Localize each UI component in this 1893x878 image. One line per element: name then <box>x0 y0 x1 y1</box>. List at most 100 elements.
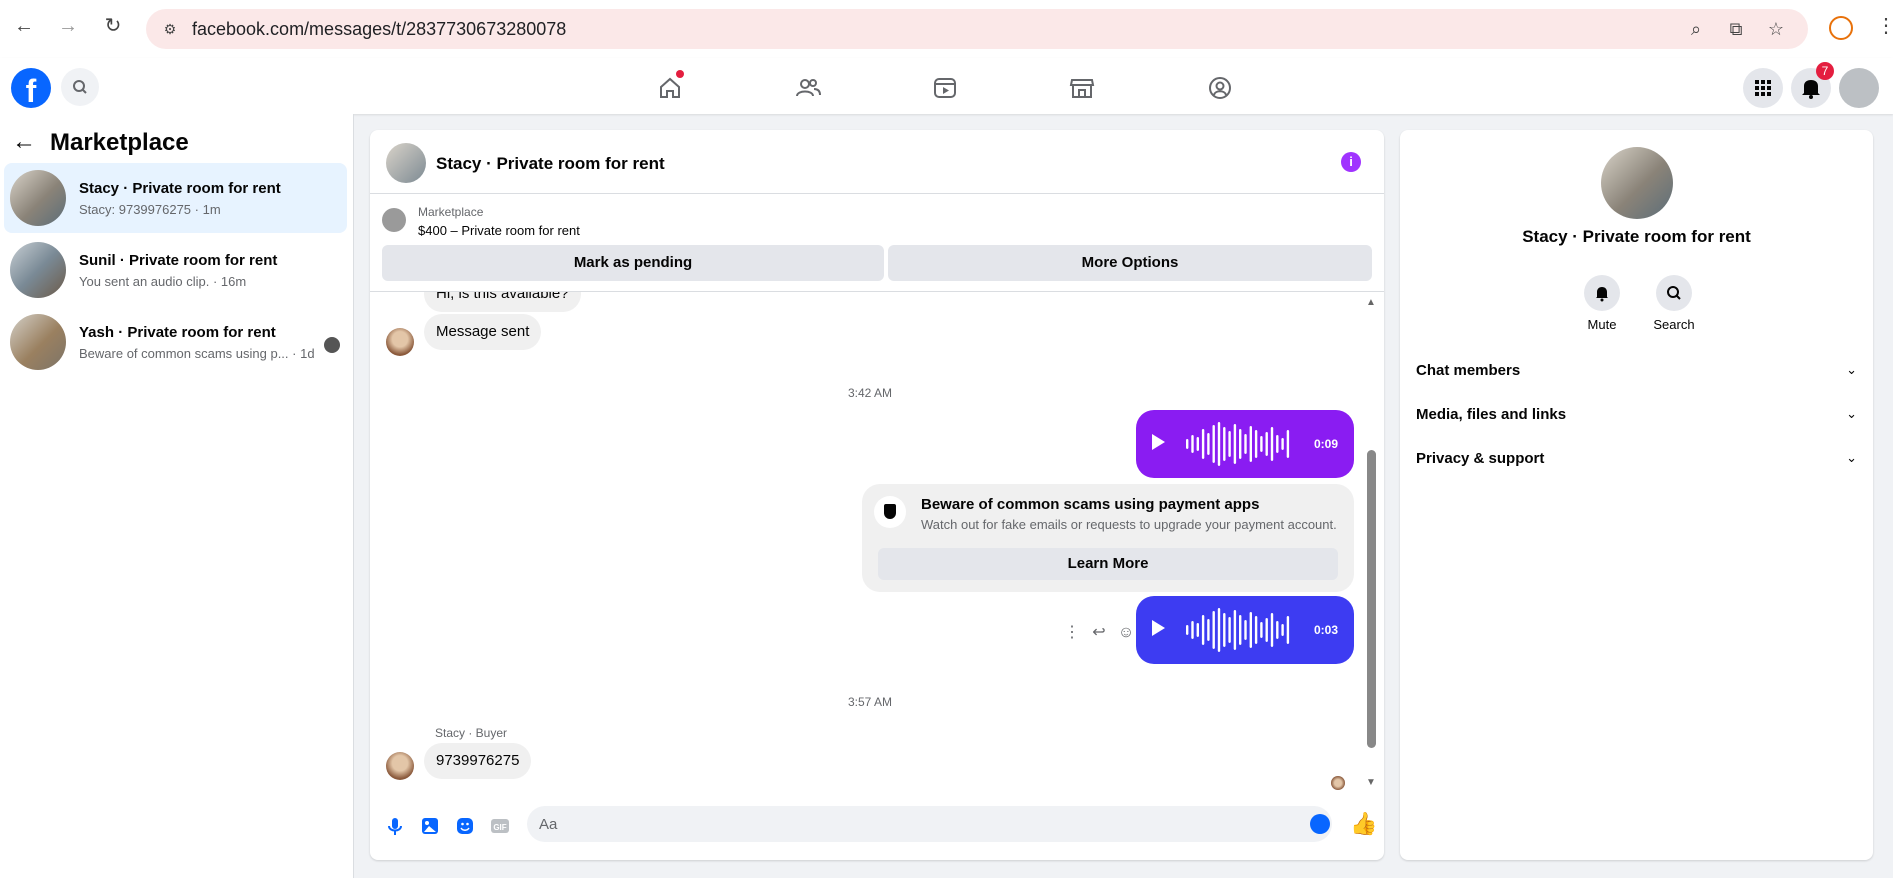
more-options-button[interactable]: More Options <box>888 245 1372 281</box>
menu-grid-icon <box>1755 80 1771 96</box>
conversation-preview-text: Beware of common scams using p... <box>79 346 289 361</box>
sticker-icon[interactable] <box>455 816 475 836</box>
account-avatar[interactable] <box>1839 68 1879 108</box>
menu-button[interactable] <box>1743 68 1783 108</box>
chat-avatar[interactable] <box>386 143 426 183</box>
conversation-preview: Beware of common scams using p... · 1d <box>79 346 315 361</box>
message-list: Hi, is this available? Message sent 3:42… <box>370 292 1384 792</box>
listing-banner: Marketplace $400 – Private room for rent… <box>370 194 1384 292</box>
timestamp: 3:57 AM <box>847 695 893 709</box>
conversation-item[interactable]: Sunil · Private room for rent You sent a… <box>4 235 347 305</box>
groups-icon <box>1209 77 1231 99</box>
play-icon[interactable] <box>1152 434 1165 450</box>
browser-toolbar: ← → ↻ ⚙ facebook.com/messages/t/28377306… <box>0 0 1893 58</box>
listing-source: Marketplace <box>418 205 484 219</box>
home-icon <box>660 77 680 98</box>
home-nav[interactable] <box>650 70 690 106</box>
friends-nav[interactable] <box>788 70 828 106</box>
marketplace-nav[interactable] <box>1062 70 1102 106</box>
shield-icon <box>874 496 906 528</box>
conversation-name: Sunil · Private room for rent <box>79 252 278 269</box>
video-icon <box>934 78 956 98</box>
listing-thumbnail <box>10 242 66 298</box>
message-input[interactable] <box>527 806 1332 842</box>
message-composer: GIF 👍 <box>370 792 1384 860</box>
conversation-item[interactable]: Yash · Private room for rent Beware of c… <box>4 307 347 377</box>
more-actions-icon[interactable]: ⋮ <box>1062 623 1082 643</box>
friends-icon <box>796 79 821 97</box>
info-icon[interactable]: i <box>1341 152 1361 172</box>
thumbs-up-icon[interactable]: 👍 <box>1350 812 1377 836</box>
message-bubble: Message sent <box>424 314 542 350</box>
react-emoji-icon[interactable]: ☺ <box>1116 623 1136 643</box>
install-app-icon[interactable]: ⧉ <box>1725 18 1747 40</box>
browser-profile-icon[interactable] <box>1829 16 1853 40</box>
microphone-icon[interactable] <box>385 816 405 836</box>
listing-thumbnail <box>382 208 406 232</box>
chat-title[interactable]: Stacy · Private room for rent <box>436 154 665 174</box>
audio-message[interactable]: 0:03 <box>1136 596 1354 664</box>
mark-pending-button[interactable]: Mark as pending <box>382 245 884 281</box>
section-label: Chat members <box>1416 362 1521 379</box>
back-arrow-icon[interactable]: ← <box>12 128 38 158</box>
address-bar[interactable]: ⚙ facebook.com/messages/t/28377306732800… <box>146 9 1808 49</box>
scroll-down-arrow-icon[interactable]: ▼ <box>1365 778 1377 788</box>
facebook-logo-icon[interactable]: f <box>11 68 51 108</box>
sender-avatar <box>386 752 414 780</box>
conversation-preview: Stacy: 9739976275 · 1m <box>79 202 221 217</box>
conversation-preview: You sent an audio clip. · 16m <box>79 274 247 289</box>
mute-label: Mute <box>1587 317 1617 332</box>
timestamp: 3:42 AM <box>847 386 893 400</box>
scroll-up-arrow-icon[interactable]: ▲ <box>1365 298 1377 308</box>
site-info-icon[interactable]: ⚙ <box>160 19 180 39</box>
section-label: Media, files and links <box>1416 406 1567 423</box>
audio-message[interactable]: 0:09 <box>1136 410 1354 478</box>
privacy-support-section[interactable]: Privacy & support ⌄ <box>1416 446 1857 474</box>
home-notification-dot <box>676 70 684 78</box>
listing-thumbnail <box>10 314 66 370</box>
search-label: Search <box>1653 317 1695 332</box>
svg-text:GIF: GIF <box>493 823 506 832</box>
chevron-down-icon: ⌄ <box>1846 406 1857 421</box>
seen-avatar <box>324 337 340 353</box>
groups-nav[interactable] <box>1200 70 1240 106</box>
waveform-icon <box>1186 422 1290 466</box>
chat-panel: Stacy · Private room for rent i Marketpl… <box>370 130 1384 860</box>
search-button[interactable] <box>61 68 99 106</box>
search-icon <box>73 80 87 94</box>
conversation-avatar <box>1601 147 1673 219</box>
notification-badge: 7 <box>1816 62 1834 80</box>
conversation-name: Stacy · Private room for rent <box>79 180 281 197</box>
audio-duration: 0:09 <box>1314 437 1339 451</box>
listing-title[interactable]: $400 – Private room for rent <box>418 223 580 238</box>
bookmark-star-icon[interactable]: ☆ <box>1765 18 1787 40</box>
sender-avatar <box>386 328 414 356</box>
reload-icon[interactable]: ↻ <box>101 14 125 38</box>
marketplace-icon <box>1069 79 1095 98</box>
play-icon[interactable] <box>1152 620 1165 636</box>
conversation-item[interactable]: Stacy · Private room for rent Stacy: 973… <box>4 163 347 233</box>
chat-members-section[interactable]: Chat members ⌄ <box>1416 358 1857 386</box>
zoom-icon[interactable]: ⌕ <box>1685 18 1707 40</box>
search-in-conversation-button[interactable]: Search <box>1644 275 1704 332</box>
url-text[interactable]: facebook.com/messages/t/2837730673280078 <box>192 19 566 40</box>
photo-icon[interactable] <box>420 816 440 836</box>
chevron-down-icon: ⌄ <box>1846 362 1857 377</box>
browser-menu-icon[interactable]: ⋮ <box>1876 14 1893 40</box>
message-bubble: Hi, is this available? <box>424 292 581 312</box>
sidebar-title: Marketplace <box>50 129 189 156</box>
chat-header: Stacy · Private room for rent i <box>370 130 1384 194</box>
learn-more-button[interactable]: Learn More <box>878 548 1338 580</box>
video-nav[interactable] <box>925 70 965 106</box>
conversation-sidebar: ← Marketplace Stacy · Private room for r… <box>0 114 354 878</box>
scrollbar-thumb[interactable] <box>1367 450 1376 748</box>
media-files-links-section[interactable]: Media, files and links ⌄ <box>1416 402 1857 430</box>
emoji-icon[interactable] <box>1310 814 1330 834</box>
gif-icon[interactable]: GIF <box>490 816 510 836</box>
reply-icon[interactable]: ↩ <box>1089 623 1109 643</box>
sender-label: Stacy · Buyer <box>435 726 508 740</box>
mute-button[interactable]: Mute <box>1572 275 1632 332</box>
back-arrow-icon[interactable]: ← <box>12 14 36 38</box>
search-icon <box>1667 286 1681 300</box>
forward-arrow-icon[interactable]: → <box>56 14 80 38</box>
